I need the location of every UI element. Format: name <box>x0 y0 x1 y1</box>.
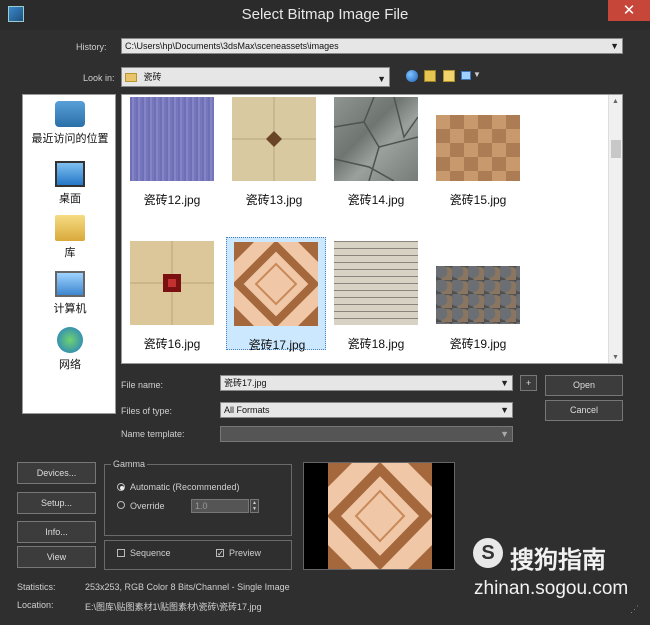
open-button[interactable]: Open <box>545 375 623 396</box>
place-label: 计算机 <box>53 303 87 315</box>
view-button[interactable]: View <box>17 546 96 568</box>
spinner-arrows-icon[interactable]: ▲ ▼ <box>250 499 259 513</box>
chevron-down-icon: ▼ <box>500 378 509 388</box>
chevron-down-icon: ▼ <box>500 429 509 439</box>
place-desktop[interactable]: 桌面 <box>23 161 117 206</box>
resize-grip-icon[interactable]: ⋰ <box>630 605 639 614</box>
recent-places-icon <box>55 101 85 127</box>
file-item-selected[interactable]: 瓷砖17.jpg <box>226 237 326 352</box>
location-value: E:\图库\贴图素材1\贴图素材\瓷砖\瓷砖17.jpg <box>85 602 262 612</box>
watermark-brand: 搜狗指南 <box>510 547 606 574</box>
place-label: 桌面 <box>59 193 81 205</box>
lookin-label: Look in: <box>83 73 115 83</box>
history-dropdown[interactable]: C:\Users\hp\Documents\3dsMax\sceneassets… <box>121 38 623 54</box>
history-value: C:\Users\hp\Documents\3dsMax\sceneassets… <box>125 41 339 51</box>
desktop-icon <box>55 161 85 187</box>
file-item[interactable]: 瓷砖12.jpg <box>126 97 218 212</box>
file-name: 瓷砖13.jpg <box>245 193 303 207</box>
scroll-down-icon[interactable]: ▼ <box>612 354 619 361</box>
override-value-input[interactable]: 1.0 <box>191 499 249 513</box>
setup-button[interactable]: Setup... <box>17 492 96 514</box>
file-name: 瓷砖15.jpg <box>449 193 507 207</box>
place-computer[interactable]: 计算机 <box>23 271 117 316</box>
filename-value: 瓷砖17.jpg <box>224 378 267 388</box>
automatic-label: Automatic (Recommended) <box>130 482 240 492</box>
gamma-title: Gamma <box>111 459 148 469</box>
network-icon <box>57 327 83 353</box>
folder-icon <box>125 73 137 83</box>
file-thumbnail <box>232 97 316 181</box>
filetype-dropdown[interactable]: All Formats ▼ <box>220 402 513 418</box>
file-thumbnail <box>334 97 418 181</box>
place-recent[interactable]: 最近访问的位置 <box>23 101 117 146</box>
file-thumbnail <box>436 266 520 324</box>
filetype-label: Files of type: <box>121 406 173 416</box>
place-label: 最近访问的位置 <box>31 133 109 145</box>
file-list[interactable]: 瓷砖12.jpg 瓷砖13.jpg 瓷砖14.jpg 瓷砖15.jpg 瓷砖16… <box>121 94 623 364</box>
file-name: 瓷砖17.jpg <box>248 338 306 352</box>
file-name: 瓷砖14.jpg <box>347 193 405 207</box>
chevron-down-icon: ▼ <box>500 405 509 415</box>
devices-button[interactable]: Devices... <box>17 462 96 484</box>
file-item[interactable]: 瓷砖15.jpg <box>432 97 524 212</box>
override-label: Override <box>130 501 165 511</box>
automatic-radio[interactable] <box>117 483 125 491</box>
history-label: History: <box>76 42 107 52</box>
sogou-logo-icon: S <box>473 538 503 568</box>
sequence-label: Sequence <box>130 548 171 558</box>
watermark-url: zhinan.sogou.com <box>474 578 629 599</box>
filename-label: File name: <box>121 380 164 390</box>
statistics-label: Statistics: <box>17 582 56 592</box>
lookin-value: 瓷砖 <box>143 72 162 82</box>
preview-label: Preview <box>229 548 262 558</box>
file-item[interactable]: 瓷砖16.jpg <box>126 241 218 356</box>
nametemplate-label: Name template: <box>121 429 185 439</box>
place-label: 库 <box>64 247 76 259</box>
vertical-scrollbar[interactable]: ▲ ▼ <box>608 95 622 363</box>
file-thumbnail <box>436 115 520 181</box>
add-button[interactable]: + <box>520 375 537 391</box>
file-name: 瓷砖19.jpg <box>449 337 507 351</box>
chevron-down-icon: ▼ <box>377 74 386 84</box>
close-button[interactable]: ✕ <box>608 0 650 21</box>
location-label: Location: <box>17 600 54 610</box>
file-name: 瓷砖18.jpg <box>347 337 405 351</box>
file-item[interactable]: 瓷砖13.jpg <box>228 97 320 212</box>
filetype-value: All Formats <box>224 405 270 415</box>
back-icon[interactable] <box>406 70 418 82</box>
cancel-button[interactable]: Cancel <box>545 400 623 421</box>
file-thumbnail <box>334 241 418 325</box>
view-menu-icon[interactable]: ▼ <box>461 70 481 82</box>
scroll-thumb[interactable] <box>611 140 621 158</box>
statistics-value: 253x253, RGB Color 8 Bits/Channel - Sing… <box>85 582 290 592</box>
override-radio[interactable] <box>117 501 125 509</box>
file-thumbnail <box>130 97 214 181</box>
window-title: Select Bitmap Image File <box>241 6 409 23</box>
sequence-checkbox[interactable] <box>117 549 125 557</box>
lookin-dropdown[interactable]: 瓷砖 ▼ <box>121 67 390 87</box>
file-item[interactable]: 瓷砖14.jpg <box>330 97 422 212</box>
info-button[interactable]: Info... <box>17 521 96 543</box>
file-name: 瓷砖16.jpg <box>143 337 201 351</box>
up-folder-icon[interactable] <box>424 70 436 82</box>
nametemplate-dropdown[interactable]: ▼ <box>220 426 513 442</box>
file-name: 瓷砖12.jpg <box>143 193 201 207</box>
place-libraries[interactable]: 库 <box>23 215 117 260</box>
place-network[interactable]: 网络 <box>23 327 117 372</box>
file-thumbnail <box>234 242 318 326</box>
file-thumbnail <box>130 241 214 325</box>
file-item[interactable]: 瓷砖18.jpg <box>330 241 422 356</box>
new-folder-icon[interactable] <box>443 70 455 82</box>
places-bar: 最近访问的位置 桌面 库 计算机 网络 <box>22 94 116 414</box>
preview-checkbox[interactable]: ✓ <box>216 549 224 558</box>
image-preview <box>303 462 455 570</box>
libraries-icon <box>55 215 85 241</box>
place-label: 网络 <box>59 359 81 371</box>
file-item[interactable]: 瓷砖19.jpg <box>432 241 524 356</box>
filename-input[interactable]: 瓷砖17.jpg ▼ <box>220 375 513 391</box>
chevron-down-icon: ▼ <box>610 41 619 51</box>
scroll-up-icon[interactable]: ▲ <box>612 98 619 105</box>
preview-image <box>328 463 432 569</box>
computer-icon <box>55 271 85 297</box>
